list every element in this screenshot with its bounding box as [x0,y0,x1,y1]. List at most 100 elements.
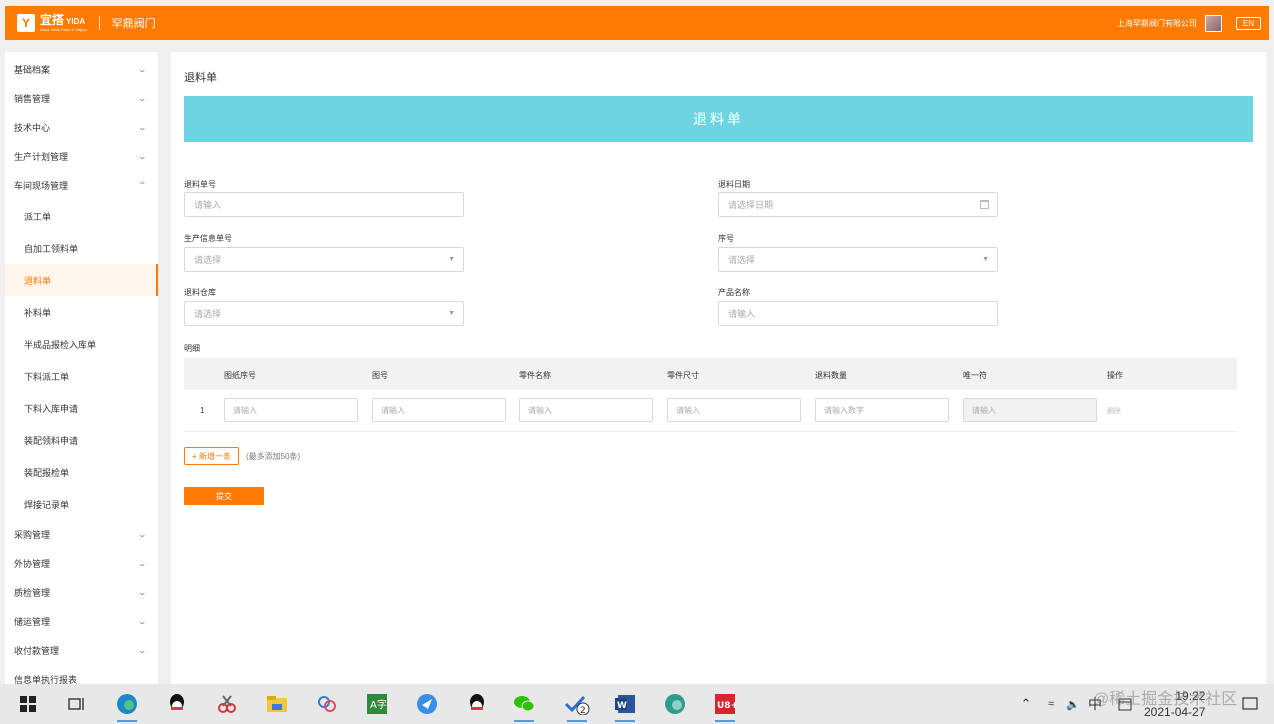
chevron-up-icon: ⌃ [137,181,148,190]
calendar-icon [980,200,989,209]
row-index: 1 [200,406,205,415]
caret-down-icon: ▼ [982,256,989,263]
submit-button[interactable]: 提交 [184,487,264,505]
main-content: 退料单 退料单 退料单号 请输入 退料日期 请选择日期 生产信息单号 请选择 ▼ … [171,52,1266,684]
app-name[interactable]: 罕鼎阀门 [112,15,156,31]
warehouse-select[interactable]: 请选择 ▼ [184,301,464,326]
detail-label: 明细 [184,344,200,353]
feishu-icon[interactable] [413,690,441,718]
sidebar-item-assembly-picking[interactable]: 装配领料申请 [5,424,158,456]
edge-dev-icon[interactable] [661,690,689,718]
drawing-no-input[interactable]: 请输入 [372,398,506,422]
product-name-input[interactable]: 请输入 [718,301,998,326]
logo-icon: Y [17,14,35,32]
windows-taskbar: A字 2 W U8+ ⌃ ≈ 🔈 中 19:22 2021-04-27 [0,684,1274,724]
qq-icon-2[interactable] [463,690,491,718]
production-no-select[interactable]: 请选择 ▼ [184,247,464,272]
th-unique: 唯一符 [963,371,987,380]
todo-badge: 2 [580,706,586,715]
chevron-up-icon[interactable]: ⌃ [1012,690,1040,718]
file-explorer-icon[interactable] [263,690,291,718]
sidebar-menu-tech[interactable]: 技术中心 ⌄ [5,113,158,142]
th-action: 操作 [1107,371,1123,380]
table-row: 1 请输入 请输入 请输入 请输入 请输入数字 请输入 删除 [184,392,1237,432]
wechat-icon[interactable] [510,690,538,722]
sidebar-menu-purchase[interactable]: 采购管理 ⌄ [5,520,158,549]
caret-down-icon: ▼ [448,256,455,263]
windows-start-icon[interactable] [14,690,42,718]
svg-text:W: W [617,701,627,711]
sidebar-menu-quality[interactable]: 质检管理 ⌄ [5,578,158,607]
sidebar-item-self-picking[interactable]: 自加工领料单 [5,232,158,264]
th-part-size: 零件尺寸 [667,371,699,380]
sidebar-item-cutting-warehouse[interactable]: 下料入库申请 [5,392,158,424]
dictionary-icon[interactable]: A字 [363,690,391,718]
return-no-input[interactable]: 请输入 [184,192,464,217]
seq-no-label: 序号 [718,234,734,243]
page-title: 退料单 [184,72,217,84]
svg-text:U8+: U8+ [717,701,736,711]
svg-text:A字: A字 [370,698,387,711]
return-no-label: 退料单号 [184,180,216,189]
logo-en: YIDA [66,17,86,26]
app-window: Y 宜搭 YIDA Make Work Easy & Happy 罕鼎阀门 上海罕… [0,0,1274,724]
u8-icon[interactable]: U8+ [711,690,739,722]
chevron-down-icon: ⌄ [137,94,148,103]
sidebar-item-supplement[interactable]: 补料单 [5,296,158,328]
top-header: Y 宜搭 YIDA Make Work Easy & Happy 罕鼎阀门 上海罕… [5,6,1269,40]
part-size-input[interactable]: 请输入 [667,398,801,422]
chevron-down-icon: ⌄ [137,588,148,597]
sidebar-menu-outsource[interactable]: 外协管理 ⌄ [5,549,158,578]
production-no-label: 生产信息单号 [184,234,232,243]
header-divider [98,16,100,30]
sidebar-menu-logistics[interactable]: 储运管理 ⌄ [5,607,158,636]
cloud-sync-icon[interactable] [313,690,341,718]
word-icon[interactable]: W [611,690,639,722]
return-date-picker[interactable]: 请选择日期 [718,192,998,217]
sidebar-item-cutting-dispatch[interactable]: 下料派工单 [5,360,158,392]
sidebar-menu-workshop[interactable]: 车间现场管理 ⌃ [5,171,158,200]
form-banner: 退料单 [184,96,1253,142]
sidebar-item-welding[interactable]: 焊接记录单 [5,488,158,520]
product-name-label: 产品名称 [718,288,750,297]
return-date-label: 退料日期 [718,180,750,189]
caret-down-icon: ▼ [448,310,455,317]
add-row-button[interactable]: + 新增一条 [184,447,239,465]
sidebar-item-assembly-inspection[interactable]: 装配报检单 [5,456,158,488]
task-view-icon[interactable] [63,690,91,718]
logo[interactable]: Y 宜搭 YIDA Make Work Easy & Happy [17,14,87,32]
language-button[interactable]: EN [1235,16,1261,30]
sidebar-menu-report[interactable]: 信息单执行报表 [5,665,158,684]
warehouse-label: 退料仓库 [184,288,216,297]
edge-icon[interactable] [113,690,141,722]
sidebar-menu-plan[interactable]: 生产计划管理 ⌄ [5,142,158,171]
scissors-icon[interactable] [213,690,241,718]
sidebar-menu-payment[interactable]: 收付款管理 ⌄ [5,636,158,665]
sidebar-menu-sales[interactable]: 销售管理 ⌄ [5,84,158,113]
part-name-input[interactable]: 请输入 [519,398,653,422]
chevron-down-icon: ⌄ [137,530,148,539]
chevron-down-icon: ⌄ [137,123,148,132]
sidebar-menu-basic[interactable]: 基础档案 ⌄ [5,55,158,84]
watermark: @稀土掘金技术社区 [1093,691,1238,708]
chevron-down-icon: ⌄ [137,617,148,626]
return-qty-input[interactable]: 请输入数字 [815,398,949,422]
logo-cn: 宜搭 [40,13,65,27]
th-part-name: 零件名称 [519,371,551,380]
table-header: 图纸序号 图号 零件名称 零件尺寸 退料数量 唯一符 操作 [184,358,1237,390]
th-drawing-no: 图号 [372,371,388,380]
todo-icon[interactable]: 2 [563,690,591,722]
sidebar-item-return[interactable]: 退料单 [5,264,158,296]
unique-input: 请输入 [963,398,1097,422]
sidebar-item-semi-inspection[interactable]: 半成品报检入库单 [5,328,158,360]
qq-icon[interactable] [163,690,191,718]
chevron-down-icon: ⌄ [137,152,148,161]
th-return-qty: 退料数量 [815,371,847,380]
avatar[interactable] [1204,14,1222,32]
notification-icon[interactable] [1236,690,1264,718]
delete-row-link[interactable]: 删除 [1107,406,1121,416]
seq-no-select[interactable]: 请选择 ▼ [718,247,998,272]
drawing-seq-input[interactable]: 请输入 [224,398,358,422]
sidebar-item-dispatch[interactable]: 派工单 [5,200,158,232]
logo-tagline: Make Work Easy & Happy [40,27,87,32]
